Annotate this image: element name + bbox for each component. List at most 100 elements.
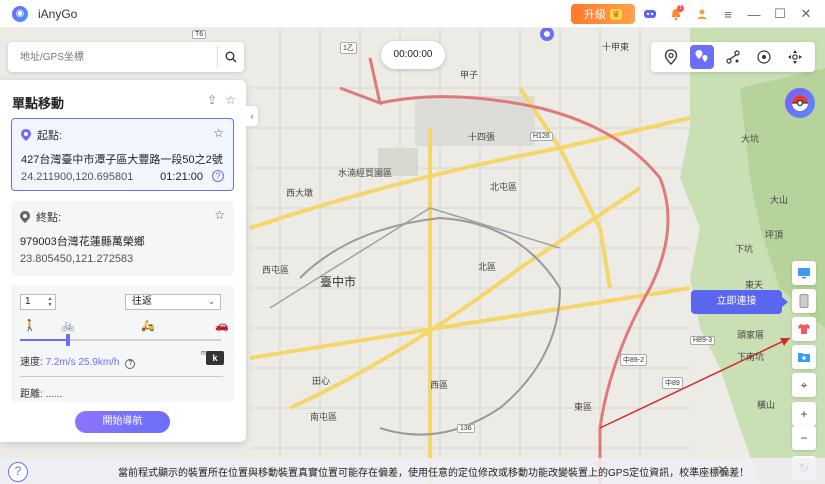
- discord-icon[interactable]: [639, 3, 661, 25]
- multi-route-mode-icon[interactable]: [721, 45, 745, 69]
- star-icon[interactable]: ☆: [213, 126, 224, 140]
- speed-label: 速度:: [20, 357, 43, 368]
- speed-slider[interactable]: [20, 334, 221, 346]
- map-label: 北區: [478, 262, 497, 272]
- device-phone-icon[interactable]: [792, 289, 816, 313]
- search-box: [8, 42, 244, 72]
- map-label: 十甲東: [602, 42, 630, 52]
- road-shield: 中89-2: [620, 354, 648, 366]
- bike-mode-icon[interactable]: 🚲: [61, 319, 75, 332]
- stepper-arrows-icon[interactable]: ▲ ▼: [46, 296, 54, 308]
- panel-title: 單點移動: [12, 96, 65, 111]
- route-panel: 單點移動 ⇪ ☆ 起點: ☆ 427台灣臺中市潭子區大豐路一段50之2號 24.…: [0, 80, 246, 442]
- search-icon: [225, 51, 237, 63]
- start-point-card[interactable]: 起點: ☆ 427台灣臺中市潭子區大豐路一段50之2號 24.211900,12…: [11, 118, 234, 191]
- close-icon[interactable]: ✕: [717, 462, 729, 479]
- map-label: 坪頂: [765, 230, 784, 240]
- crown-icon: ♛: [609, 8, 623, 20]
- road-shield: 136: [457, 424, 475, 433]
- single-route-mode-icon[interactable]: [689, 45, 714, 69]
- end-label: 終點:: [36, 212, 62, 224]
- route-mode-value: 往返: [132, 296, 152, 307]
- end-point-card[interactable]: 終點: ☆ 979003台灣花蓮縣萬榮鄉 23.805450,121.27258…: [11, 201, 234, 276]
- end-coords: 23.805450,121.272583: [20, 253, 134, 265]
- location-pin-icon: [20, 211, 30, 223]
- walk-mode-icon[interactable]: 🚶: [23, 319, 37, 332]
- map-label: 下坑: [735, 244, 754, 254]
- upgrade-button[interactable]: 升級 ♛: [571, 4, 635, 24]
- screen-mirror-icon[interactable]: [792, 261, 816, 285]
- car-mode-icon[interactable]: 🚗: [215, 319, 229, 332]
- distance-row: 距離: ......: [20, 385, 62, 400]
- map-label: 十四張: [468, 132, 496, 142]
- notification-bell-icon[interactable]: 1: [665, 3, 687, 25]
- star-icon[interactable]: ☆: [214, 208, 225, 222]
- share-icon[interactable]: ⇪: [207, 93, 217, 107]
- map-label: 水湳經貿園區: [338, 168, 393, 178]
- close-icon[interactable]: ✕: [795, 3, 817, 25]
- map-label: 大山: [770, 195, 789, 205]
- start-label: 起點:: [37, 130, 63, 142]
- app-logo-icon: ◉: [12, 5, 28, 22]
- map-label: 大坑: [741, 134, 760, 144]
- speed-value: 7.2m/s 25.9km/h: [45, 357, 120, 368]
- repeat-count-stepper[interactable]: 1 ▲ ▼: [20, 294, 56, 310]
- speed-slider-fill: [20, 339, 69, 341]
- connect-now-button[interactable]: 立即連接: [691, 290, 788, 314]
- notice-text: 當前程式顯示的裝置所在位置與移動裝置真實位置可能存在偏差，使用任意的定位修改或移…: [118, 468, 750, 479]
- map-label: 西大墩: [286, 188, 314, 198]
- start-navigation-button[interactable]: 開始導航: [75, 411, 170, 433]
- search-input[interactable]: [8, 42, 217, 72]
- map-label: 下南坑: [737, 352, 765, 362]
- search-button[interactable]: [218, 42, 244, 72]
- start-address: 427台灣臺中市潭子區大豐路一段50之2號: [21, 154, 223, 166]
- map-label: 南屯區: [310, 412, 338, 422]
- collapse-panel-chevron-icon[interactable]: ‹: [246, 106, 258, 126]
- zoom-out-icon[interactable]: −: [792, 426, 816, 450]
- locate-me-icon[interactable]: ⌖: [792, 373, 816, 397]
- teleport-mode-pin-icon[interactable]: [659, 45, 683, 69]
- save-location-icon[interactable]: [792, 345, 816, 369]
- favorite-star-icon[interactable]: ☆: [225, 93, 236, 107]
- road-shield: H89-3: [690, 336, 716, 345]
- map-label: 甲子: [460, 70, 479, 80]
- map-label: 北屯區: [490, 182, 518, 192]
- mode-toolbar: [651, 42, 815, 72]
- chevron-down-icon: ⌄: [208, 297, 215, 306]
- minimize-icon[interactable]: —: [743, 3, 765, 25]
- route-mode-select[interactable]: 往返 ⌄: [125, 294, 221, 310]
- map-label: 西屯區: [262, 265, 290, 275]
- title-bar: ◉ iAnyGo 升級 ♛ 1 ≡ — ☐ ✕: [0, 0, 825, 28]
- map-label: 田心: [312, 376, 331, 386]
- map-label: 臺中市: [320, 275, 357, 289]
- speed-row: 速度: 7.2m/s 25.9km/h ?: [20, 353, 136, 369]
- joystick-mode-icon[interactable]: [752, 45, 776, 69]
- maximize-icon[interactable]: ☐: [769, 3, 791, 25]
- timer-display: 00:00:00: [381, 41, 445, 69]
- start-time: 01:21:00: [160, 171, 203, 183]
- unit-toggle-label: k: [212, 353, 218, 363]
- tshirt-icon[interactable]: [792, 317, 816, 341]
- map-label: 橫山: [757, 400, 776, 410]
- direction-pad-mode-icon[interactable]: [783, 45, 807, 69]
- location-pin-icon: [21, 129, 31, 141]
- pokeball-icon[interactable]: [785, 88, 815, 118]
- help-icon[interactable]: ?: [125, 359, 136, 369]
- user-icon[interactable]: [691, 3, 713, 25]
- settings-divider: [20, 376, 223, 377]
- start-coords: 24.211900,120.695801: [21, 171, 134, 183]
- notification-badge: 1: [677, 5, 684, 12]
- road-shield: H126: [530, 132, 553, 141]
- end-address: 979003台灣花蓮縣萬榮鄉: [20, 236, 145, 248]
- unit-toggle-mark: m: [201, 350, 207, 357]
- zoom-in-icon[interactable]: +: [792, 402, 816, 426]
- help-icon[interactable]: ?: [212, 170, 224, 182]
- scooter-mode-icon[interactable]: 🛵: [141, 319, 155, 332]
- app-title: iAnyGo: [38, 6, 78, 21]
- speed-unit-toggle[interactable]: m k: [201, 350, 224, 365]
- road-shield: T6: [192, 30, 207, 39]
- help-icon[interactable]: ?: [8, 462, 28, 482]
- upgrade-label: 升級: [583, 9, 606, 21]
- speed-slider-handle[interactable]: [66, 334, 71, 346]
- menu-icon[interactable]: ≡: [717, 3, 739, 25]
